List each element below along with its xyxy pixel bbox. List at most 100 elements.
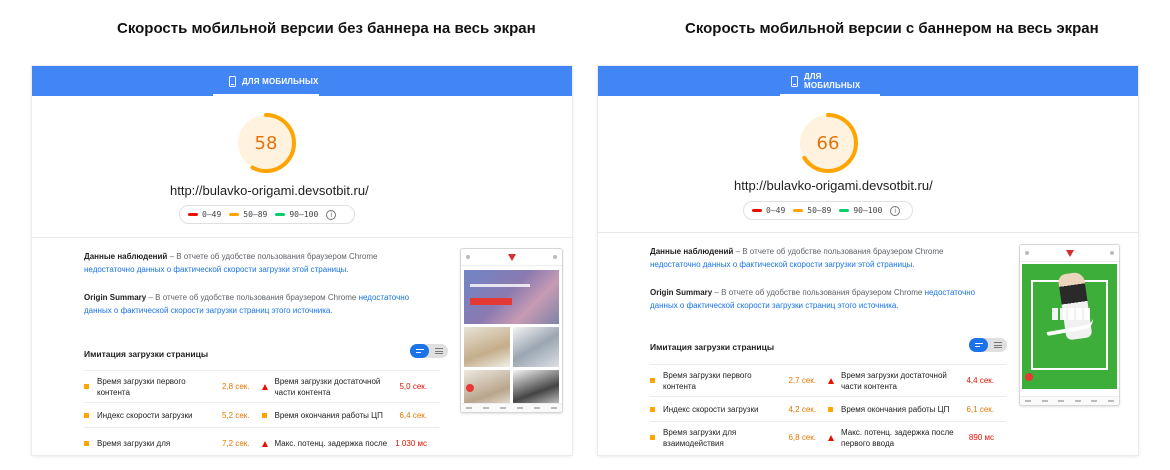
left-heading: Скорость мобильной версии без баннера на… [117, 20, 536, 37]
legend-fail: 0–49 [752, 206, 785, 215]
menu-dot [466, 255, 470, 259]
floating-action-button [466, 384, 474, 392]
metrics-view-toggle[interactable] [410, 344, 448, 358]
page-screenshot [1019, 244, 1120, 406]
performance-score-gauge: 66 [797, 112, 859, 174]
hero-caption [470, 284, 530, 287]
simulation-title: Имитация загрузки страницы [650, 342, 775, 352]
metrics-row: Индекс скорости загрузки 5,2 сек. Время ок… [84, 402, 439, 427]
fail-triangle-icon [828, 434, 834, 441]
metric-item: Время загрузки достаточной части контент… [828, 365, 1006, 396]
phone-icon [791, 75, 798, 87]
search-dot [553, 255, 557, 259]
fail-triangle-icon [828, 377, 834, 384]
legend-pass-swatch [275, 213, 286, 216]
info-icon[interactable]: i [890, 205, 901, 216]
metrics-row: Время загрузки первого контента 2,7 сек. В… [650, 364, 1006, 396]
score-legend: 0–49 50–89 90–100 i [179, 205, 355, 224]
section-divider [32, 237, 572, 238]
metric-status-marker [828, 434, 841, 441]
list-view-icon [434, 348, 443, 354]
average-square-icon [84, 412, 89, 418]
metrics-row: Время загрузки первого контента 2,8 сек. В… [84, 370, 439, 402]
origin-summary-text: – В отчете об удобстве пользования брауз… [146, 293, 359, 302]
section-divider [598, 232, 1138, 233]
metric-item: Время окончания работы ЦП 6,1 сек. [828, 397, 1006, 421]
average-square-icon [261, 412, 267, 418]
hero-button [470, 298, 512, 305]
tab-active-indicator [213, 94, 319, 96]
metric-value: 1 030 мс [395, 439, 427, 448]
legend-pass-label: 90–100 [289, 210, 319, 219]
performance-score-gauge: 58 [235, 112, 297, 174]
metric-label: Время загрузки достаточной части контент… [274, 376, 381, 397]
performance-score: 58 [254, 132, 278, 154]
legend-average: 50–89 [793, 206, 831, 215]
simulation-title: Имитация загрузки страницы [84, 349, 209, 359]
legend-fail-swatch [188, 213, 198, 216]
average-square-icon [84, 441, 89, 446]
close-dot [1110, 251, 1114, 255]
metric-value: 6,1 сек. [966, 404, 994, 414]
tab-mobile[interactable]: ДЛЯ МОБИЛЬНЫХ [213, 66, 319, 96]
metric-status-marker [84, 441, 97, 446]
tab-mobile-label: ДЛЯ МОБИЛЬНЫХ [242, 76, 319, 86]
metrics-row: Время загрузки для взаимодействия 6,8 сек… [650, 421, 1006, 453]
compact-view-button[interactable] [969, 338, 988, 352]
metric-value: 6,4 сек. [399, 410, 427, 420]
legend-pass-label: 90–100 [853, 206, 883, 215]
site-logo [507, 253, 516, 261]
metric-item: Время загрузки первого контента 2,8 сек. [84, 371, 262, 402]
average-square-icon [84, 384, 89, 389]
metric-item: Время загрузки для взаимодействия 6,8 сек… [650, 422, 828, 453]
metric-item: Время загрузки достаточной части контент… [261, 371, 440, 402]
metric-status-marker [261, 383, 275, 390]
menu-dot [1025, 251, 1029, 255]
field-data-title: Данные наблюдений [84, 252, 168, 261]
list-view-icon [993, 342, 1002, 348]
legend-average: 50–89 [229, 210, 267, 219]
metrics-table: Время загрузки первого контента 2,7 сек. В… [650, 364, 1006, 453]
origin-summary-title: Origin Summary [650, 288, 713, 297]
legend-average-swatch [229, 213, 240, 216]
metric-label: Индекс скорости загрузки [663, 404, 759, 414]
metric-status-marker [84, 384, 97, 389]
hero-banner-image [464, 270, 559, 324]
field-data-text: – В отчете об удобстве пользования брауз… [733, 247, 944, 256]
metric-status-marker [84, 412, 97, 418]
expanded-view-button[interactable] [988, 338, 1007, 352]
report-panel-no-banner: ДЛЯ МОБИЛЬНЫХ 58 http://bulavko-origami.… [32, 66, 572, 455]
metric-status-marker [261, 412, 275, 418]
info-icon[interactable]: i [326, 209, 337, 220]
metric-label: Время загрузки для взаимодействия [663, 427, 737, 448]
field-data-link[interactable]: недостаточно данных о фактической скорос… [650, 260, 915, 269]
origin-summary-title: Origin Summary [84, 293, 147, 302]
screenshot-footer-nav [461, 403, 562, 412]
metric-label: Индекс скорости загрузки [97, 410, 193, 420]
legend-pass: 90–100 [275, 210, 318, 219]
metric-value: 2,7 сек. [788, 376, 816, 385]
metrics-view-toggle[interactable] [969, 338, 1007, 352]
metric-status-marker [828, 406, 841, 412]
metric-label: Время загрузки для [97, 439, 171, 448]
metric-item: Макс. потенц. задержка после 1 030 мс [261, 428, 440, 455]
expanded-view-button[interactable] [429, 344, 448, 358]
report-panel-with-banner: ДЛЯ МОБИЛЬНЫХ 66 http://bulavko-origami.… [598, 66, 1138, 455]
compact-view-button[interactable] [410, 344, 429, 358]
metric-value: 890 мс [968, 433, 994, 442]
tab-mobile-label: ДЛЯ МОБИЛЬНЫХ [803, 72, 861, 90]
metric-item: Индекс скорости загрузки 5,2 сек. [84, 403, 262, 427]
metric-status-marker [650, 435, 663, 440]
fullscreen-banner-image [1022, 264, 1117, 389]
page-screenshot [460, 248, 563, 413]
floating-action-button [1025, 373, 1033, 381]
metrics-table: Время загрузки первого контента 2,8 сек. В… [84, 370, 439, 455]
tested-url: http://bulavko-origami.devsotbit.ru/ [170, 183, 369, 198]
fail-triangle-icon [261, 440, 268, 447]
field-data-link[interactable]: недостаточно данных о фактической скорос… [84, 265, 349, 274]
field-data-section: Данные наблюдений – В отчете об удобстве… [650, 245, 985, 271]
performance-score: 66 [816, 132, 840, 154]
tab-mobile[interactable]: ДЛЯ МОБИЛЬНЫХ [780, 66, 880, 96]
compact-view-icon [415, 349, 424, 353]
metric-value: 5,2 сек. [221, 410, 250, 420]
